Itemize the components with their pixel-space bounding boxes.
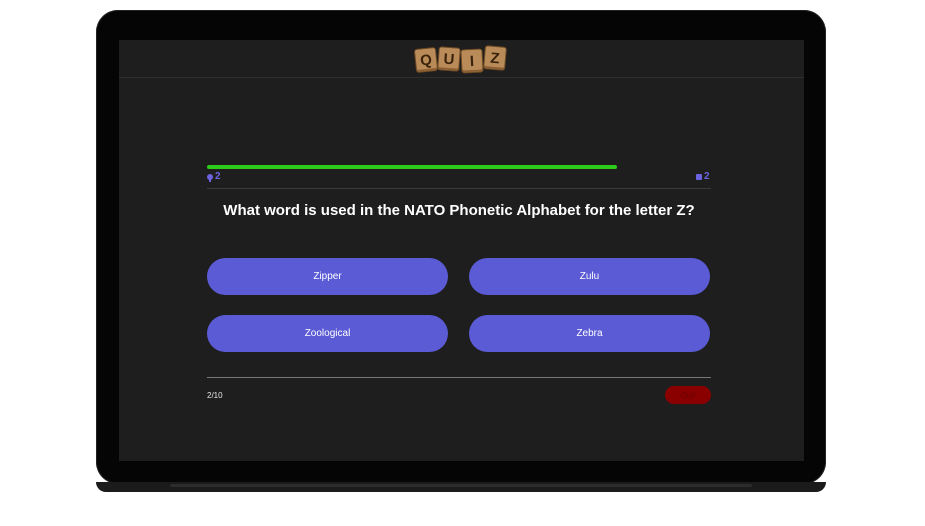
logo-tile: U bbox=[437, 46, 461, 72]
progress-fill bbox=[207, 165, 617, 169]
skips-value: 2 bbox=[704, 171, 710, 182]
progress-bar bbox=[207, 165, 662, 169]
question-counter: 2/10 bbox=[207, 391, 223, 400]
logo-tile: I bbox=[460, 48, 484, 74]
laptop-hinge bbox=[170, 484, 752, 487]
logo-tile: Q bbox=[413, 46, 439, 74]
answer-button-zulu[interactable]: Zulu bbox=[469, 258, 710, 295]
quiz-screen: Q U I Z 2 2 What word is used in the NAT… bbox=[119, 40, 804, 461]
hints-counter[interactable]: 2 bbox=[207, 171, 221, 182]
divider bbox=[207, 377, 711, 378]
logo-tile: Z bbox=[482, 45, 508, 71]
answer-button-zipper[interactable]: Zipper bbox=[207, 258, 448, 295]
app-header: Q U I Z bbox=[119, 40, 804, 78]
quit-button[interactable]: Quit bbox=[665, 386, 711, 404]
answer-button-zoological[interactable]: Zoological bbox=[207, 315, 448, 352]
hints-value: 2 bbox=[215, 171, 221, 182]
laptop-base bbox=[96, 482, 826, 492]
question-text: What word is used in the NATO Phonetic A… bbox=[223, 202, 695, 219]
quiz-logo: Q U I Z bbox=[413, 45, 508, 74]
divider bbox=[207, 188, 711, 189]
lightbulb-icon bbox=[207, 173, 213, 182]
skips-counter[interactable]: 2 bbox=[696, 171, 710, 182]
skip-icon bbox=[696, 173, 702, 180]
answer-button-zebra[interactable]: Zebra bbox=[469, 315, 710, 352]
